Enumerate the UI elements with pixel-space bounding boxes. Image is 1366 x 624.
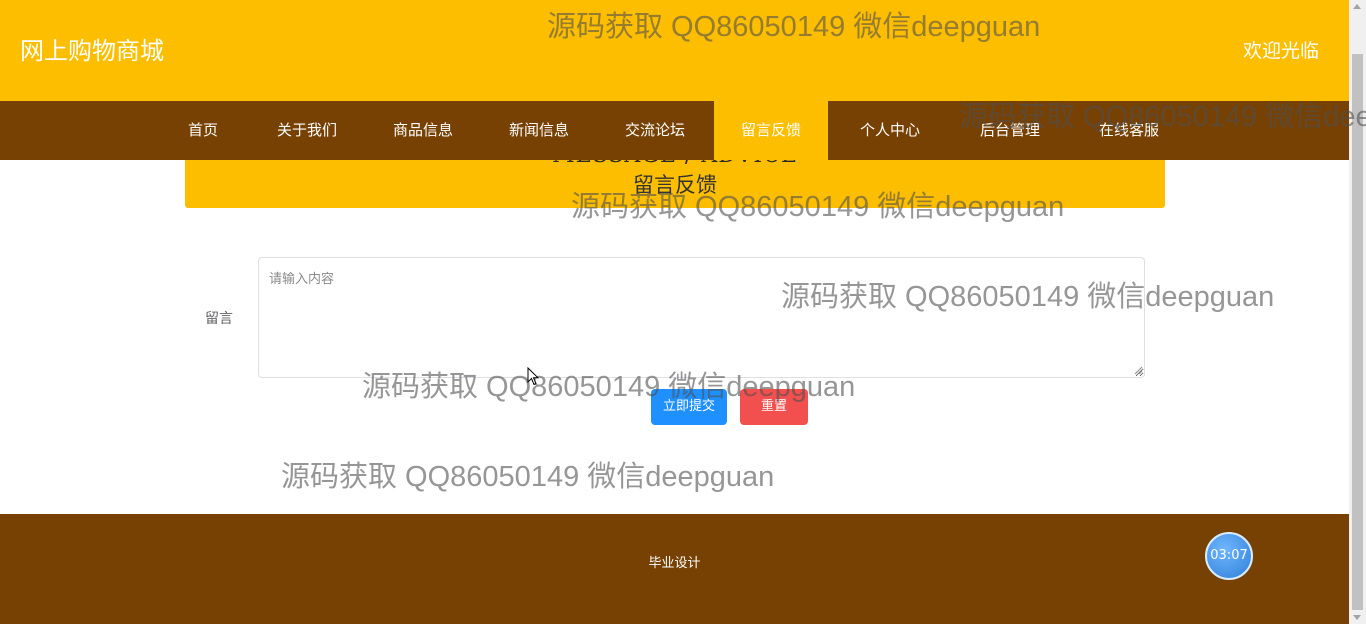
nav-item-forum[interactable]: 交流论坛 bbox=[610, 101, 700, 160]
nav-item-news[interactable]: 新闻信息 bbox=[494, 101, 584, 160]
resize-grip-icon[interactable] bbox=[1134, 366, 1143, 375]
message-input[interactable] bbox=[258, 257, 1145, 378]
scroll-down-icon[interactable] bbox=[1353, 615, 1361, 620]
scrollbar-thumb[interactable] bbox=[1352, 54, 1363, 610]
nav-item-profile[interactable]: 个人中心 bbox=[845, 101, 935, 160]
banner-title-cn: 留言反馈 bbox=[633, 173, 717, 197]
page: 网上购物商城 欢迎光临 首页 关于我们 商品信息 新闻信息 交流论坛 留言反馈 … bbox=[0, 0, 1366, 624]
nav-item-feedback[interactable]: 留言反馈 bbox=[714, 101, 828, 160]
submit-button[interactable]: 立即提交 bbox=[651, 389, 727, 425]
nav-item-about[interactable]: 关于我们 bbox=[262, 101, 352, 160]
reset-button[interactable]: 重置 bbox=[740, 389, 808, 425]
page-scrollbar[interactable] bbox=[1349, 0, 1366, 624]
site-header: 网上购物商城 欢迎光临 bbox=[0, 0, 1349, 101]
site-title[interactable]: 网上购物商城 bbox=[20, 36, 164, 66]
watermark-text: 源码获取 QQ86050149 微信deepguan bbox=[281, 461, 775, 493]
nav-item-products[interactable]: 商品信息 bbox=[378, 101, 468, 160]
welcome-text: 欢迎光临 bbox=[1242, 40, 1319, 62]
footer-text: 毕业设计 bbox=[648, 556, 701, 571]
nav-item-admin[interactable]: 后台管理 bbox=[965, 101, 1055, 160]
scroll-up-icon[interactable] bbox=[1353, 4, 1361, 9]
site-footer: 毕业设计 bbox=[0, 514, 1349, 624]
main-nav: 首页 关于我们 商品信息 新闻信息 交流论坛 留言反馈 个人中心 后台管理 在线… bbox=[0, 101, 1349, 160]
nav-item-home[interactable]: 首页 bbox=[170, 101, 236, 160]
message-label: 留言 bbox=[205, 311, 233, 327]
clock-badge[interactable]: 03:07 bbox=[1205, 532, 1253, 580]
mouse-cursor-icon bbox=[527, 367, 539, 386]
nav-item-service[interactable]: 在线客服 bbox=[1084, 101, 1174, 160]
